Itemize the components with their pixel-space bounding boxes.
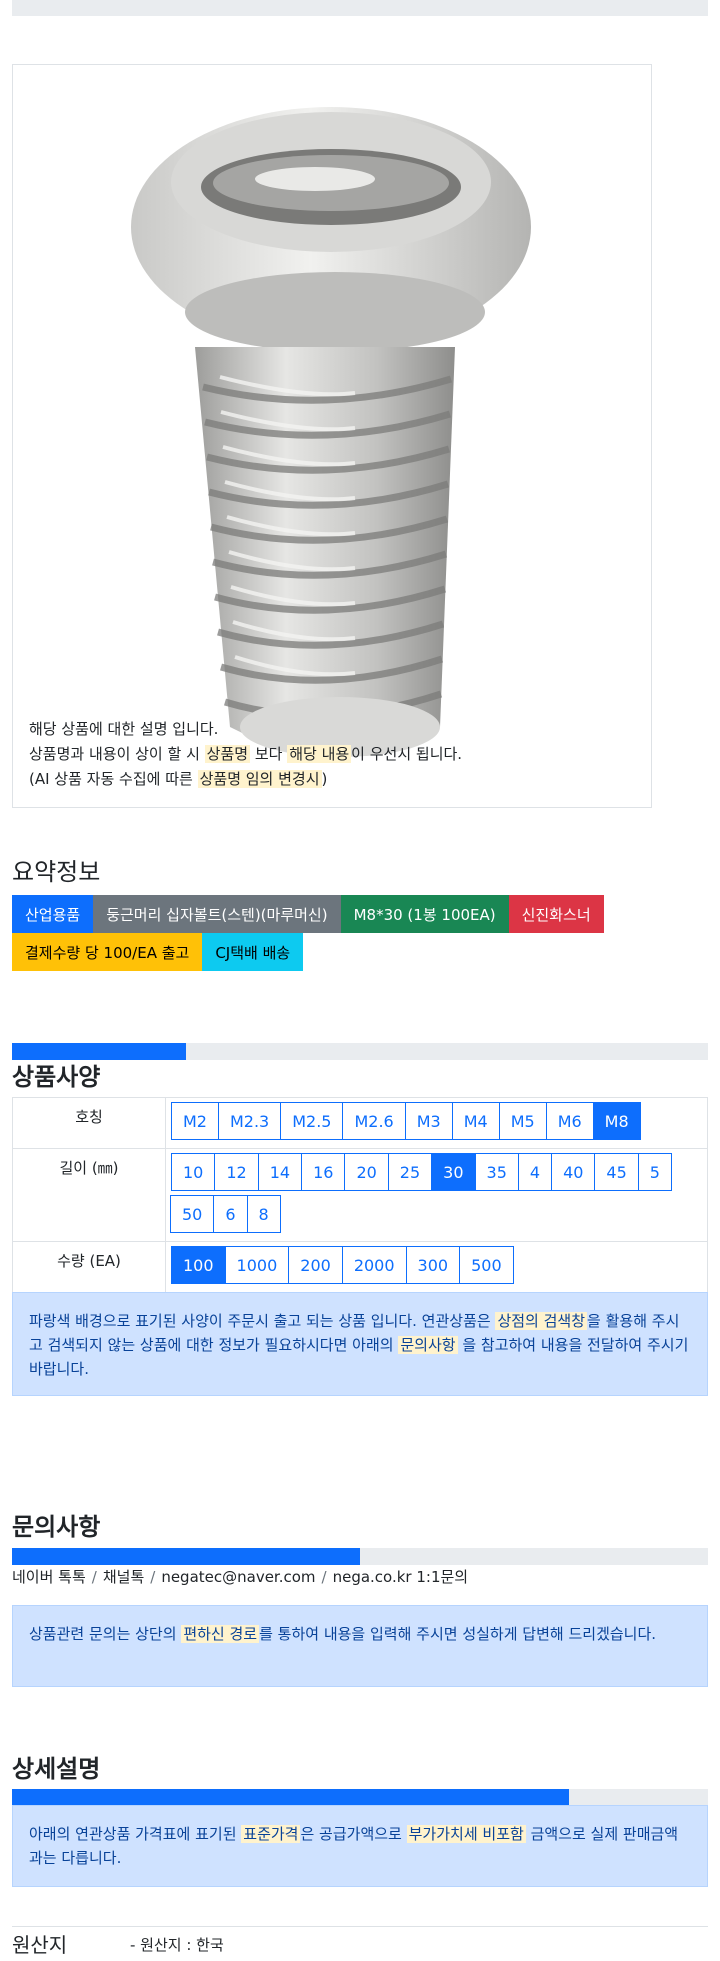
spec-row: 호칭 M2 M2.3 M2.5 M2.6 M3 M4 M5 M6 M8 bbox=[12, 1097, 708, 1149]
specs-title: 상품사양 bbox=[12, 1063, 101, 1091]
spec-option-button[interactable]: M8 bbox=[592, 1102, 641, 1140]
badge-row: 결제수량 당 100/EA 출고 CJ택배 배송 bbox=[12, 933, 652, 971]
highlight-content: 해당 내용 bbox=[287, 745, 352, 763]
desc-text: (AI 상품 자동 수집에 따른 bbox=[29, 770, 198, 788]
spec-option-button[interactable]: M4 bbox=[451, 1102, 500, 1140]
detail-title: 상세설명 bbox=[12, 1755, 101, 1783]
product-image bbox=[131, 107, 531, 757]
contact-channel-link[interactable]: 채널톡 bbox=[103, 1568, 144, 1586]
notice-text: 파랑색 배경으로 표기된 사양이 주문시 출고 되는 상품 입니다. 연관상품은 bbox=[29, 1312, 496, 1330]
notice-text: 아래의 연관상품 가격표에 표기된 bbox=[29, 1825, 242, 1843]
spec-option-button[interactable]: M2.6 bbox=[342, 1102, 406, 1140]
spec-option-button[interactable]: 45 bbox=[594, 1153, 639, 1191]
spec-option-button[interactable]: 5 bbox=[637, 1153, 672, 1191]
badge-row: 산업용품 둥근머리 십자볼트(스텐)(마루머신) M8*30 (1봉 100EA) 신… bbox=[12, 895, 652, 933]
spec-option-button[interactable]: 100 bbox=[171, 1246, 226, 1284]
spec-option-button[interactable]: 14 bbox=[257, 1153, 303, 1191]
spec-option-button[interactable]: 50 bbox=[170, 1195, 215, 1233]
origin-divider bbox=[12, 1926, 708, 1927]
spec-option-button[interactable]: 1000 bbox=[224, 1246, 290, 1284]
summary-badge: 결제수량 당 100/EA 출고 bbox=[12, 933, 203, 971]
specs-notice: 파랑색 배경으로 표기된 사양이 주문시 출고 되는 상품 입니다. 연관상품은… bbox=[12, 1292, 708, 1396]
summary-badge: CJ택배 배송 bbox=[202, 933, 304, 971]
inquiry-progress bbox=[12, 1548, 708, 1565]
spec-option-button[interactable]: 500 bbox=[459, 1246, 514, 1284]
specs-progress bbox=[12, 1043, 708, 1060]
notice-text: 은 공급가액으로 bbox=[300, 1825, 407, 1843]
spec-option-button[interactable]: 35 bbox=[474, 1153, 519, 1191]
desc-text: ) bbox=[321, 770, 328, 788]
highlight-product-name: 상품명 bbox=[204, 745, 251, 763]
spec-option-button[interactable]: 200 bbox=[288, 1246, 343, 1284]
spec-option-button[interactable]: 2000 bbox=[341, 1246, 407, 1284]
spec-option-button[interactable]: M5 bbox=[498, 1102, 547, 1140]
spec-options: 10 12 14 16 20 25 30 35 4 40 45 5 50 6 8 bbox=[165, 1148, 708, 1242]
product-card: 해당 상품에 대한 설명 입니다. 상품명과 내용이 상이 할 시 상품명 보다… bbox=[12, 64, 652, 808]
spec-option-button[interactable]: 10 bbox=[171, 1153, 216, 1191]
desc-text: 이 우선시 됩니다. bbox=[351, 745, 463, 763]
spec-option-button[interactable]: 8 bbox=[246, 1195, 281, 1233]
product-description: 해당 상품에 대한 설명 입니다. 상품명과 내용이 상이 할 시 상품명 보다… bbox=[29, 717, 462, 792]
spec-option-button[interactable]: 4 bbox=[517, 1153, 553, 1191]
contact-channels: 네이버 톡톡 / 채널톡 / negatec@naver.com / nega.co.kr … bbox=[12, 1566, 468, 1587]
notice-text: 를 통하여 내용을 입력해 주시면 성실하게 답변해 드리겠습니다. bbox=[259, 1625, 657, 1643]
inquiry-notice: 상품관련 문의는 상단의 편하신 경로 를 통하여 내용을 입력해 주시면 성실하… bbox=[12, 1605, 708, 1687]
spec-label: 길이 (㎜) bbox=[12, 1148, 166, 1242]
summary-badge: 신진화스너 bbox=[508, 895, 604, 933]
highlight-vat: 부가가치세 비포함 bbox=[406, 1825, 526, 1843]
spec-option-button[interactable]: M2 bbox=[171, 1102, 219, 1140]
detail-progress bbox=[12, 1789, 708, 1805]
spec-options: 100 1000 200 2000 300 500 bbox=[165, 1241, 708, 1293]
highlight-channel: 편하신 경로 bbox=[181, 1625, 260, 1643]
detail-progress-fill bbox=[12, 1789, 569, 1805]
contact-channel-link[interactable]: 네이버 톡톡 bbox=[12, 1568, 86, 1586]
desc-line-1: 해당 상품에 대한 설명 입니다. bbox=[29, 720, 219, 738]
inquiry-progress-fill bbox=[12, 1548, 360, 1565]
spec-option-button[interactable]: 40 bbox=[551, 1153, 596, 1191]
detail-notice: 아래의 연관상품 가격표에 표기된 표준가격 은 공급가액으로 부가가치세 비포함… bbox=[12, 1805, 708, 1887]
highlight-name-change: 상품명 임의 변경시 bbox=[197, 770, 322, 788]
summary-badges: 산업용품 둥근머리 십자볼트(스텐)(마루머신) M8*30 (1봉 100EA) 신… bbox=[12, 895, 652, 971]
spec-option-button[interactable]: M2.3 bbox=[217, 1102, 282, 1140]
spec-option-button[interactable]: 30 bbox=[431, 1153, 476, 1191]
highlight-standard-price: 표준가격 bbox=[241, 1825, 301, 1843]
spec-option-button[interactable]: M6 bbox=[545, 1102, 594, 1140]
summary-badge: 산업용품 bbox=[12, 895, 94, 933]
desc-line-3: (AI 상품 자동 수집에 따른 상품명 임의 변경시) bbox=[29, 767, 462, 792]
spec-row: 길이 (㎜) 10 12 14 16 20 25 30 35 4 40 45 5 50 6 8 bbox=[12, 1148, 708, 1242]
spec-row: 수량 (EA) 100 1000 200 2000 300 500 bbox=[12, 1241, 708, 1293]
contact-channel-link[interactable]: negatec@naver.com bbox=[161, 1568, 315, 1586]
top-progress-bar bbox=[12, 0, 708, 16]
desc-line-2: 상품명과 내용이 상이 할 시 상품명 보다 해당 내용 이 우선시 됩니다. bbox=[29, 742, 462, 767]
spec-option-button[interactable]: 16 bbox=[301, 1153, 346, 1191]
spec-option-button[interactable]: 20 bbox=[344, 1153, 389, 1191]
spec-options: M2 M2.3 M2.5 M2.6 M3 M4 M5 M6 M8 bbox=[165, 1097, 708, 1149]
highlight-search: 상점의 검색창 bbox=[495, 1312, 588, 1330]
spec-option-button[interactable]: M2.5 bbox=[280, 1102, 344, 1140]
spec-table: 호칭 M2 M2.3 M2.5 M2.6 M3 M4 M5 M6 M8 길이 (㎜) 10 12 14 16… bbox=[12, 1097, 708, 1293]
highlight-inquiry: 문의사항 bbox=[398, 1336, 458, 1354]
spec-option-button[interactable]: 12 bbox=[214, 1153, 259, 1191]
summary-badge: 둥근머리 십자볼트(스텐)(마루머신) bbox=[93, 895, 341, 933]
spec-option-button[interactable]: 25 bbox=[387, 1153, 433, 1191]
notice-text: 상품관련 문의는 상단의 bbox=[29, 1625, 182, 1643]
origin-value: - 원산지 : 한국 bbox=[130, 1936, 224, 1954]
spec-label: 호칭 bbox=[12, 1097, 166, 1149]
spec-option-button[interactable]: M3 bbox=[404, 1102, 453, 1140]
desc-text: 보다 bbox=[250, 745, 288, 763]
inquiry-title: 문의사항 bbox=[12, 1513, 101, 1541]
origin-label: 원산지 bbox=[12, 1933, 68, 1957]
summary-badge: M8*30 (1봉 100EA) bbox=[340, 895, 509, 933]
desc-text: 상품명과 내용이 상이 할 시 bbox=[29, 745, 205, 763]
contact-channel-link[interactable]: nega.co.kr 1:1문의 bbox=[333, 1568, 469, 1586]
spec-option-button[interactable]: 6 bbox=[213, 1195, 248, 1233]
summary-title: 요약정보 bbox=[12, 858, 101, 886]
spec-option-button[interactable]: 300 bbox=[405, 1246, 461, 1284]
breadcrumb-separator: / bbox=[91, 1568, 97, 1586]
breadcrumb-separator: / bbox=[150, 1568, 156, 1586]
breadcrumb-separator: / bbox=[321, 1568, 327, 1586]
spec-label: 수량 (EA) bbox=[12, 1241, 166, 1293]
